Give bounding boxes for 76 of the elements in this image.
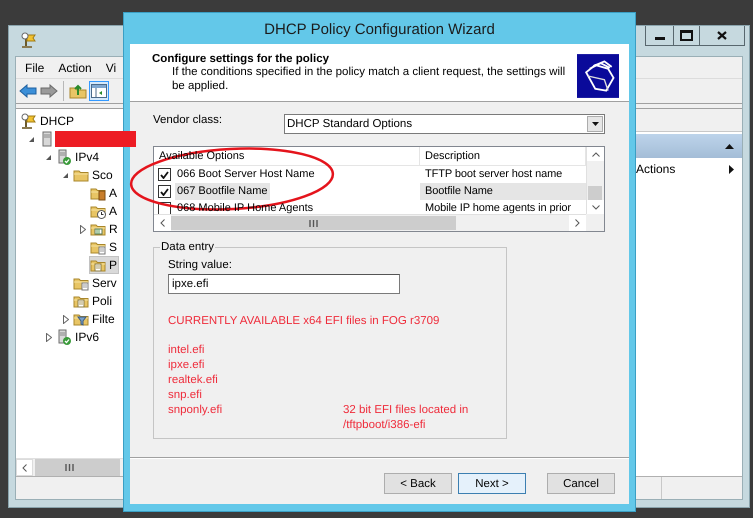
option-description: Mobile IP home agents in prior <box>424 201 572 214</box>
tree-item[interactable]: A <box>89 184 120 202</box>
server-check-icon <box>56 329 72 345</box>
tree-item[interactable]: IPv6 <box>55 328 102 346</box>
scroll-left-button[interactable] <box>16 459 33 476</box>
page-description: If the conditions specified in the policy match a client request, the settings will be applied. <box>171 65 566 93</box>
dialog-button[interactable]: < Back <box>384 473 452 494</box>
file-name: ipxe.efi <box>168 358 206 373</box>
dialog-button[interactable]: Next > <box>458 473 526 494</box>
menu-item[interactable]: Vi <box>98 60 124 74</box>
flag-icon <box>21 32 37 48</box>
grip-icon <box>65 464 74 471</box>
option-description: Bootfile Name <box>420 183 586 200</box>
scroll-left-button[interactable] <box>154 215 171 231</box>
minimize-button[interactable] <box>645 26 674 46</box>
down-chevron-icon <box>592 204 600 210</box>
file-name: realtek.efi <box>168 373 219 388</box>
menu-item[interactable]: Action <box>51 60 99 74</box>
toolbar-button[interactable] <box>39 81 59 101</box>
tree-item[interactable]: DHCP <box>20 112 76 130</box>
flag-icon <box>21 113 37 129</box>
scrollbar-thumb[interactable] <box>171 216 456 230</box>
tree-item[interactable]: Serv <box>72 274 119 292</box>
menu-item[interactable]: File <box>18 60 52 74</box>
note-heading: CURRENTLY AVAILABLE x64 EFI files in FOG r3709 <box>168 314 440 329</box>
back-arrow-icon <box>19 84 37 98</box>
toolbar-button[interactable] <box>18 81 38 101</box>
option-row[interactable]: 066 Boot Server Host Name TFTP boot server host name <box>154 166 586 183</box>
file-name: snp.efi <box>168 388 203 403</box>
field-label: String value: <box>168 259 233 271</box>
tree-item[interactable]: P <box>89 256 120 274</box>
caret-icon <box>592 122 598 126</box>
field-label: Vendor class: <box>153 114 224 126</box>
vendor-class-dropdown[interactable]: DHCP Standard Options <box>284 114 605 134</box>
right-chevron-icon <box>575 219 580 227</box>
server-check-icon <box>56 149 72 165</box>
scrollbar-thumb[interactable] <box>588 186 602 200</box>
file-name: snponly.efi <box>168 403 224 418</box>
toolbar-button[interactable] <box>89 81 109 101</box>
scroll-right-button[interactable] <box>569 215 586 231</box>
folder-up-icon <box>69 83 87 99</box>
tree-item[interactable]: Sco <box>72 166 115 184</box>
tree-item[interactable]: A <box>89 202 120 220</box>
note-text: /tftpboot/i386-efi <box>343 418 426 433</box>
file-name: intel.efi <box>168 343 206 358</box>
grip-icon <box>309 220 318 226</box>
string-value-field[interactable]: ipxe.efi <box>168 274 400 294</box>
forward-arrow-icon <box>40 84 58 98</box>
checkbox[interactable] <box>158 168 171 181</box>
pane-icon <box>91 84 107 98</box>
option-name: 066 Boot Server Host Name <box>176 167 316 182</box>
left-chevron-icon <box>22 464 27 472</box>
tree-item[interactable]: R <box>89 220 120 238</box>
option-name: 067 Bootfile Name <box>175 183 270 200</box>
checkbox[interactable] <box>158 185 171 198</box>
up-chevron-icon <box>592 152 600 156</box>
scroll-up-button[interactable] <box>587 147 604 161</box>
collapse-icon <box>725 144 734 148</box>
tree-item[interactable]: Poli <box>72 292 114 310</box>
option-row[interactable]: 067 Bootfile Name Bootfile Name <box>154 183 586 200</box>
left-chevron-icon <box>160 219 165 227</box>
actions-item[interactable]: Actions <box>636 162 676 176</box>
scrollbar-thumb[interactable] <box>35 459 120 476</box>
group-title: Data entry <box>160 241 216 253</box>
tree-item[interactable]: Filte <box>72 310 117 328</box>
page-heading: Configure settings for the policy <box>152 53 330 65</box>
tree-item[interactable]: S <box>89 238 120 256</box>
note-text: 32 bit EFI files located in <box>343 403 470 418</box>
scroll-down-button[interactable] <box>587 200 604 214</box>
window-title: DHCP Policy Configuration Wizard <box>263 20 496 40</box>
dialog-button[interactable]: Cancel <box>547 473 615 494</box>
tree-item[interactable]: IPv4 <box>55 148 102 166</box>
close-icon <box>717 31 727 40</box>
submenu-arrow-icon <box>729 164 734 174</box>
close-button[interactable] <box>699 26 745 46</box>
option-description: TFTP boot server host name <box>424 167 564 182</box>
